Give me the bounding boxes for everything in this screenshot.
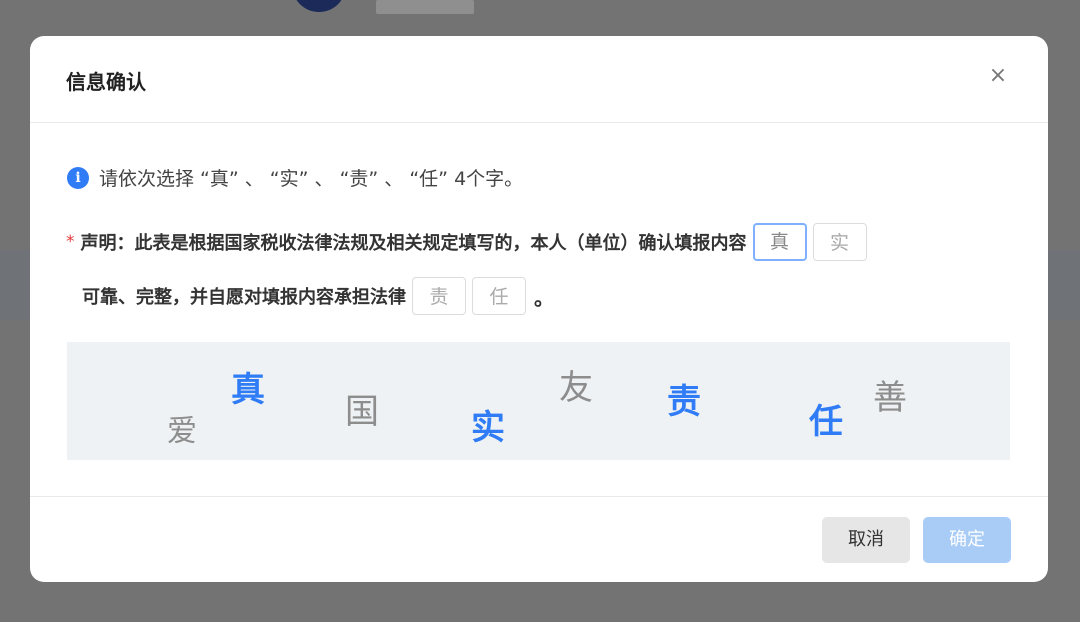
declaration-line-2: 可靠、完整，并自愿对填报内容承担法律 责 任 。 xyxy=(66,276,1026,316)
captcha-char-guo[interactable]: 国 xyxy=(345,384,379,433)
declaration-text-2: 可靠、完整，并自愿对填报内容承担法律 xyxy=(82,287,406,308)
required-mark: * xyxy=(66,232,75,252)
declaration-line-1: * 声明：此表是根据国家税收法律法规及相关规定填写的，本人（单位）确认填报内容 … xyxy=(66,222,1026,262)
confirm-dialog: 信息确认 × i 请依次选择 “真” 、 “实” 、 “责” 、 “任” 4个字… xyxy=(30,36,1048,582)
dialog-title: 信息确认 xyxy=(66,70,146,94)
instruction-text: 请依次选择 “真” 、 “实” 、 “责” 、 “任” 4个字。 xyxy=(99,168,524,190)
captcha-char-shi[interactable]: 实 xyxy=(471,400,505,449)
background-username xyxy=(376,0,474,14)
cancel-button[interactable]: 取消 xyxy=(822,517,910,563)
char-slot-1[interactable]: 真 xyxy=(752,223,807,261)
instruction-tip: i 请依次选择 “真” 、 “实” 、 “责” 、 “任” 4个字。 xyxy=(67,164,523,191)
declaration-period: 。 xyxy=(534,285,554,310)
confirm-button[interactable]: 确定 xyxy=(923,517,1011,563)
char-slot-4[interactable]: 任 xyxy=(472,277,526,315)
captcha-char-ren[interactable]: 任 xyxy=(809,394,843,443)
captcha-char-zhen[interactable]: 真 xyxy=(231,362,265,411)
captcha-image[interactable]: 真 爱 国 友 实 责 任 善 xyxy=(67,342,1010,460)
captcha-char-you[interactable]: 友 xyxy=(559,360,593,409)
close-icon[interactable]: × xyxy=(986,64,1010,88)
char-slot-2[interactable]: 实 xyxy=(812,223,867,261)
declaration: * 声明：此表是根据国家税收法律法规及相关规定填写的，本人（单位）确认填报内容 … xyxy=(66,222,1026,316)
captcha-char-ai[interactable]: 爱 xyxy=(167,406,197,450)
captcha-char-ze[interactable]: 责 xyxy=(667,374,701,423)
info-icon: i xyxy=(67,166,89,189)
declaration-text-1: 声明：此表是根据国家税收法律法规及相关规定填写的，本人（单位）确认填报内容 xyxy=(80,233,747,254)
captcha-char-shan[interactable]: 善 xyxy=(873,370,907,419)
dialog-header: 信息确认 × xyxy=(30,36,1048,123)
dialog-footer: 取消 确定 xyxy=(30,496,1048,582)
char-slot-3[interactable]: 责 xyxy=(412,277,466,315)
